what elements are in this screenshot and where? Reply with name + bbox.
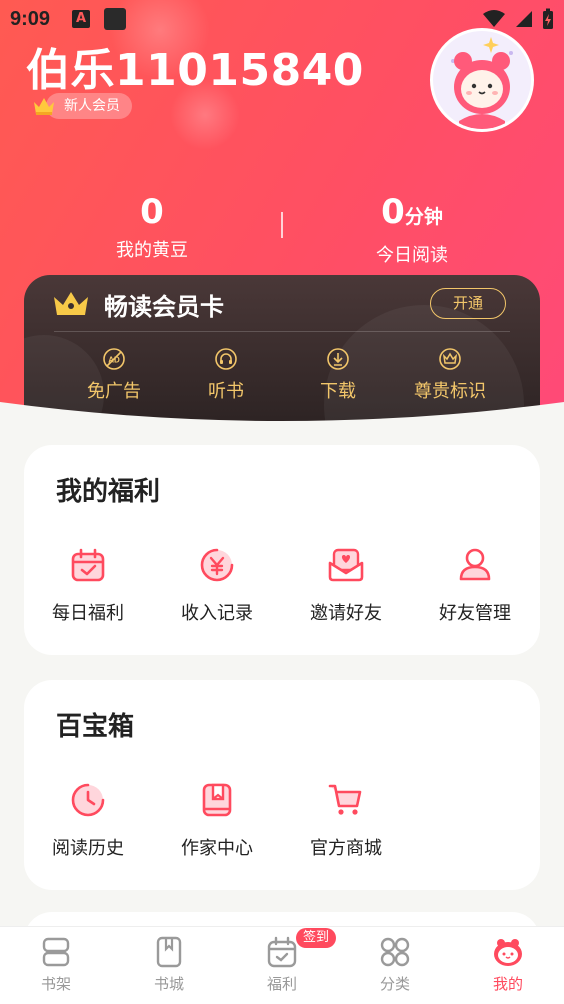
status-time: 9:09 bbox=[10, 8, 51, 30]
username[interactable]: 伯乐11015840 bbox=[26, 34, 364, 98]
benefit-download[interactable]: 下载 bbox=[278, 347, 398, 403]
cart-icon bbox=[328, 784, 362, 815]
calendar-icon bbox=[267, 936, 297, 968]
vip-card-divider bbox=[54, 331, 510, 332]
member-badge-wrap[interactable]: 新人会员 bbox=[32, 92, 132, 120]
tab-label: 分类 bbox=[379, 975, 410, 993]
toolbox-item-label: 阅读历史 bbox=[52, 838, 124, 859]
notification-icon bbox=[104, 8, 126, 30]
toolbox-card: 百宝箱 阅读历史 作家中心 官方商城 bbox=[24, 680, 540, 890]
bottom-tab-bar: 书架 书城 福利 分类 我的 bbox=[0, 926, 564, 1004]
tab-mine[interactable]: 我的 bbox=[468, 935, 548, 994]
avatar[interactable] bbox=[430, 28, 534, 132]
status-indicators bbox=[482, 8, 554, 30]
reading-stat[interactable]: 0分钟 今日阅读 bbox=[302, 190, 522, 267]
vip-card-title: 畅读会员卡 bbox=[104, 293, 224, 321]
benefit-badge[interactable]: 尊贵标识 bbox=[390, 347, 510, 403]
tab-label: 福利 bbox=[266, 975, 297, 993]
welfare-item-label: 收入记录 bbox=[181, 603, 253, 624]
welfare-item-label: 每日福利 bbox=[52, 603, 124, 624]
welfare-item-label: 好友管理 bbox=[439, 603, 511, 624]
welfare-item-daily[interactable]: 每日福利 bbox=[24, 545, 152, 625]
tab-label: 我的 bbox=[492, 975, 523, 993]
beans-label: 我的黄豆 bbox=[116, 240, 188, 261]
signal-icon bbox=[516, 11, 532, 27]
benefit-audiobook[interactable]: 听书 bbox=[166, 347, 286, 403]
welfare-card: 我的福利 每日福利 收入记录 邀请好友 好友管理 bbox=[24, 445, 540, 655]
toolbox-item-history[interactable]: 阅读历史 bbox=[24, 780, 152, 860]
toolbox-item-label: 官方商城 bbox=[310, 838, 382, 859]
envelope-heart-icon bbox=[328, 548, 364, 582]
welfare-item-friends[interactable]: 好友管理 bbox=[411, 545, 539, 625]
yuan-coin-icon bbox=[200, 548, 234, 582]
reading-value: 0 bbox=[381, 192, 405, 232]
tab-category[interactable]: 分类 bbox=[355, 935, 435, 994]
welfare-item-label: 邀请好友 bbox=[310, 603, 382, 624]
no-ad-icon: AD bbox=[103, 348, 125, 370]
notification-icon: A bbox=[72, 10, 90, 28]
welfare-item-income[interactable]: 收入记录 bbox=[153, 545, 281, 625]
reading-label: 今日阅读 bbox=[376, 245, 448, 266]
bookshelf-icon bbox=[42, 937, 70, 967]
welfare-tab-badge: 签到 bbox=[296, 928, 337, 948]
book-icon bbox=[156, 936, 182, 968]
header-wave bbox=[0, 402, 564, 436]
crown-icon bbox=[54, 292, 88, 315]
toolbox-item-label: 作家中心 bbox=[181, 838, 253, 859]
battery-icon bbox=[543, 8, 553, 29]
mascot-icon bbox=[494, 939, 522, 966]
tab-label: 书架 bbox=[40, 975, 71, 993]
stats-divider bbox=[281, 212, 283, 238]
member-badge: 新人会员 bbox=[46, 93, 132, 119]
benefit-no-ad[interactable]: AD 免广告 bbox=[54, 347, 174, 403]
toolbox-item-shop[interactable]: 官方商城 bbox=[282, 780, 410, 860]
toolbox-title: 百宝箱 bbox=[56, 712, 135, 742]
stats-row: 0 我的黄豆 0分钟 今日阅读 bbox=[0, 190, 564, 270]
welfare-item-invite[interactable]: 邀请好友 bbox=[282, 545, 410, 625]
grid-icon bbox=[380, 937, 410, 967]
user-icon bbox=[459, 548, 491, 581]
tab-bookstore[interactable]: 书城 bbox=[129, 935, 209, 994]
crown-icon bbox=[34, 98, 54, 115]
tab-bookshelf[interactable]: 书架 bbox=[16, 935, 96, 994]
crown-icon bbox=[439, 348, 461, 370]
reading-value-wrap: 0分钟 bbox=[302, 190, 522, 239]
vip-open-button[interactable]: 开通 bbox=[430, 288, 506, 319]
toolbox-item-author[interactable]: 作家中心 bbox=[153, 780, 281, 860]
reading-unit: 分钟 bbox=[404, 206, 443, 228]
book-bookmark-icon bbox=[202, 783, 232, 817]
clock-icon bbox=[71, 783, 105, 817]
headphones-icon bbox=[215, 348, 237, 370]
beans-stat[interactable]: 0 我的黄豆 bbox=[42, 190, 262, 262]
welfare-title: 我的福利 bbox=[56, 477, 161, 507]
tab-label: 书城 bbox=[153, 975, 184, 993]
beans-value: 0 bbox=[140, 192, 164, 232]
download-icon bbox=[327, 348, 349, 370]
calendar-check-icon bbox=[71, 548, 105, 582]
wifi-icon bbox=[483, 10, 505, 27]
avatar-mascot-icon bbox=[451, 37, 513, 129]
